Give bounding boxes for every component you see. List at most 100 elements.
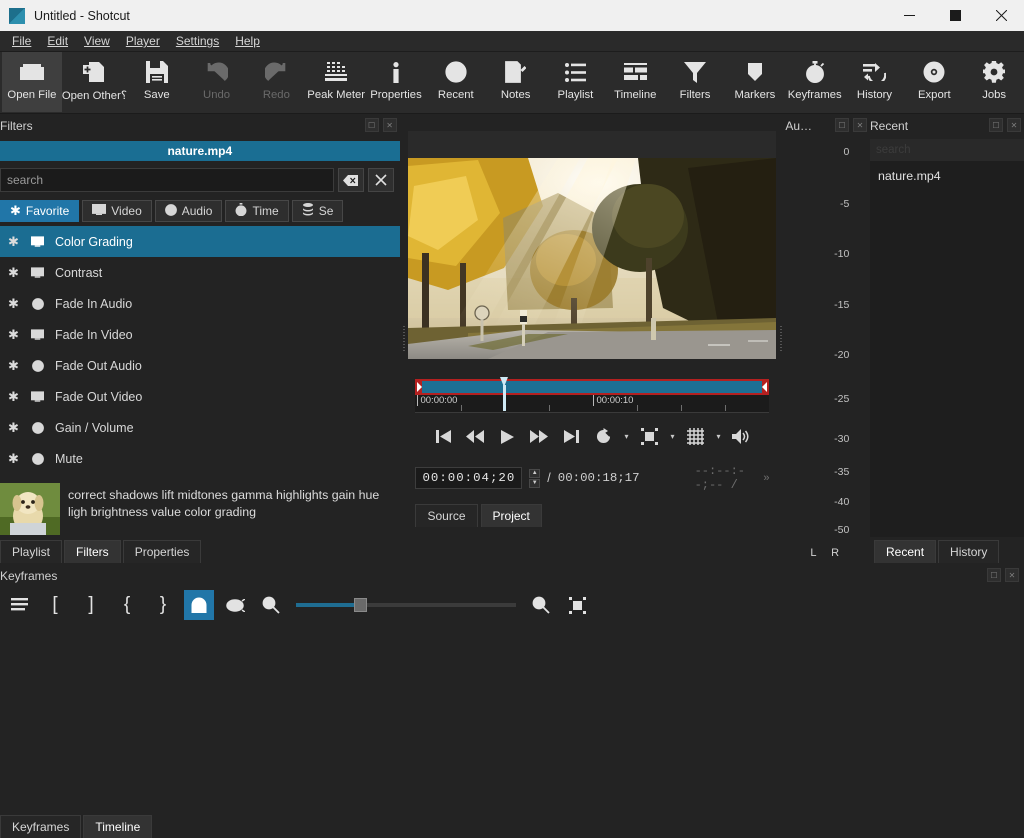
toolbar-button-filters[interactable]: Filters: [665, 52, 725, 112]
filter-tab-audio[interactable]: Audio: [154, 200, 223, 222]
toolbar-button-save[interactable]: Save: [127, 52, 187, 112]
loop-dropdown-caret[interactable]: ▾: [620, 423, 632, 450]
zoom-fit-icon[interactable]: [634, 423, 664, 450]
trim-out-handle[interactable]: [762, 379, 770, 395]
close-icon[interactable]: ✕: [1005, 568, 1019, 582]
favorite-star-icon[interactable]: ✱: [8, 265, 20, 281]
brace-open-icon[interactable]: {: [112, 590, 142, 620]
loop-icon[interactable]: [588, 423, 618, 450]
dock-tab-filters[interactable]: Filters: [64, 540, 121, 563]
recent-search-input[interactable]: [870, 139, 1024, 161]
scrub-area[interactable]: 00:00:00 00:00:10: [415, 377, 770, 413]
magnet-icon[interactable]: [184, 590, 214, 620]
play-icon[interactable]: [492, 423, 522, 450]
toolbar-button-markers[interactable]: Markers: [725, 52, 785, 112]
favorite-star-icon[interactable]: ✱: [8, 389, 20, 405]
toolbar-button-recent[interactable]: Recent: [426, 52, 486, 112]
brace-close-icon[interactable]: }: [148, 590, 178, 620]
filters-list[interactable]: ✱ Color Grading ✱ Contrast ✱ Fade In Audio ✱ Fa…: [0, 226, 400, 483]
filter-list-item[interactable]: ✱ Fade Out Audio: [0, 350, 400, 381]
close-button[interactable]: [978, 0, 1024, 31]
filter-list-item[interactable]: ✱ Mute: [0, 443, 400, 474]
dock-tab-timeline[interactable]: Timeline: [83, 815, 153, 838]
zoom-slider-handle[interactable]: [354, 598, 367, 612]
favorite-star-icon[interactable]: ✱: [8, 420, 20, 436]
toolbar-button-export[interactable]: Export: [904, 52, 964, 112]
filter-tab-time[interactable]: Time: [225, 200, 289, 222]
hamburger-icon[interactable]: [4, 590, 34, 620]
favorite-star-icon[interactable]: ✱: [8, 296, 20, 312]
bracket-close-icon[interactable]: ]: [76, 590, 106, 620]
player-tab-project[interactable]: Project: [480, 504, 542, 527]
float-icon[interactable]: ☐: [364, 118, 379, 132]
skip-end-icon[interactable]: [556, 423, 586, 450]
keyframes-canvas[interactable]: [0, 624, 1024, 820]
dock-tab-properties[interactable]: Properties: [122, 540, 202, 563]
filter-list-item[interactable]: ✱ Contrast: [0, 257, 400, 288]
close-icon[interactable]: ✕: [853, 118, 867, 132]
favorite-star-icon[interactable]: ✱: [8, 451, 20, 467]
grid-dropdown-caret[interactable]: ▾: [712, 423, 724, 450]
close-icon[interactable]: ✕: [382, 118, 397, 132]
zoom-out-icon[interactable]: [256, 590, 286, 620]
float-icon[interactable]: ☐: [835, 118, 849, 132]
overflow-chevron-icon[interactable]: »: [763, 472, 769, 484]
rewind-icon[interactable]: [460, 423, 490, 450]
filter-list-item[interactable]: ✱ Fade Out Video: [0, 381, 400, 412]
backspace-icon[interactable]: [337, 168, 364, 192]
zoom-slider[interactable]: [296, 598, 516, 612]
filter-list-item[interactable]: ✱ Gain / Volume: [0, 412, 400, 443]
zoom-in-icon[interactable]: [526, 590, 556, 620]
search-input[interactable]: [0, 168, 334, 192]
close-x-icon[interactable]: [367, 168, 394, 192]
toolbar-button-open-other[interactable]: Open Other⸮: [62, 52, 127, 112]
zoom-fit-icon[interactable]: [562, 590, 592, 620]
filter-list-item[interactable]: ✱ Color Grading: [0, 226, 400, 257]
toolbar-button-jobs[interactable]: Jobs: [964, 52, 1024, 112]
toolbar-button-notes[interactable]: Notes: [486, 52, 546, 112]
time-ruler[interactable]: 00:00:00 00:00:10: [415, 377, 770, 413]
zoom-dropdown-caret[interactable]: ▾: [666, 423, 678, 450]
toolbar-button-keyframes[interactable]: Keyframes: [785, 52, 845, 112]
float-icon[interactable]: ☐: [987, 568, 1001, 582]
close-icon[interactable]: ✕: [1007, 118, 1021, 132]
minimize-button[interactable]: [886, 0, 932, 31]
filter-tab-favorite[interactable]: ✱ Favorite: [0, 200, 80, 222]
toolbar-button-history[interactable]: History: [845, 52, 905, 112]
menu-player[interactable]: Player: [118, 32, 168, 50]
menu-edit[interactable]: Edit: [39, 32, 76, 50]
filter-list-item[interactable]: ✱ Fade In Video: [0, 319, 400, 350]
menu-help[interactable]: Help: [227, 32, 268, 50]
trim-in-handle[interactable]: [415, 379, 423, 395]
toolbar-button-open-file[interactable]: Open File: [2, 52, 62, 112]
toolbar-button-properties[interactable]: Properties: [366, 52, 426, 112]
skip-start-icon[interactable]: [428, 423, 458, 450]
volume-icon[interactable]: [726, 423, 756, 450]
filters-player-splitter[interactable]: [399, 115, 409, 563]
dock-tab-history[interactable]: History: [938, 540, 1000, 563]
eye-icon[interactable]: [220, 590, 250, 620]
player-peak-splitter[interactable]: [776, 115, 786, 563]
recent-file-list[interactable]: nature.mp4: [870, 161, 1024, 537]
current-timecode[interactable]: 00:00:04;20: [415, 467, 523, 489]
filter-list-item[interactable]: ✱ Fade In Audio: [0, 288, 400, 319]
filter-tab-video[interactable]: Video: [82, 200, 152, 222]
menu-settings[interactable]: Settings: [168, 32, 227, 50]
menu-view[interactable]: View: [76, 32, 118, 50]
playhead[interactable]: [500, 377, 509, 411]
menu-file[interactable]: File: [4, 32, 39, 50]
dock-tab-playlist[interactable]: Playlist: [0, 540, 63, 563]
stepper-down[interactable]: ▼: [529, 478, 541, 488]
float-icon[interactable]: ☐: [989, 118, 1003, 132]
player-tab-source[interactable]: Source: [415, 504, 478, 527]
favorite-star-icon[interactable]: ✱: [8, 358, 20, 374]
favorite-star-icon[interactable]: ✱: [8, 327, 20, 343]
recent-list-item[interactable]: nature.mp4: [870, 167, 1024, 185]
dock-tab-recent[interactable]: Recent: [874, 540, 937, 563]
fast-forward-icon[interactable]: [524, 423, 554, 450]
toolbar-button-playlist[interactable]: Playlist: [546, 52, 606, 112]
timecode-stepper[interactable]: ▲ ▼: [529, 468, 541, 488]
favorite-star-icon[interactable]: ✱: [8, 234, 20, 250]
stepper-up[interactable]: ▲: [529, 468, 541, 478]
dock-tab-keyframes[interactable]: Keyframes: [0, 815, 82, 838]
